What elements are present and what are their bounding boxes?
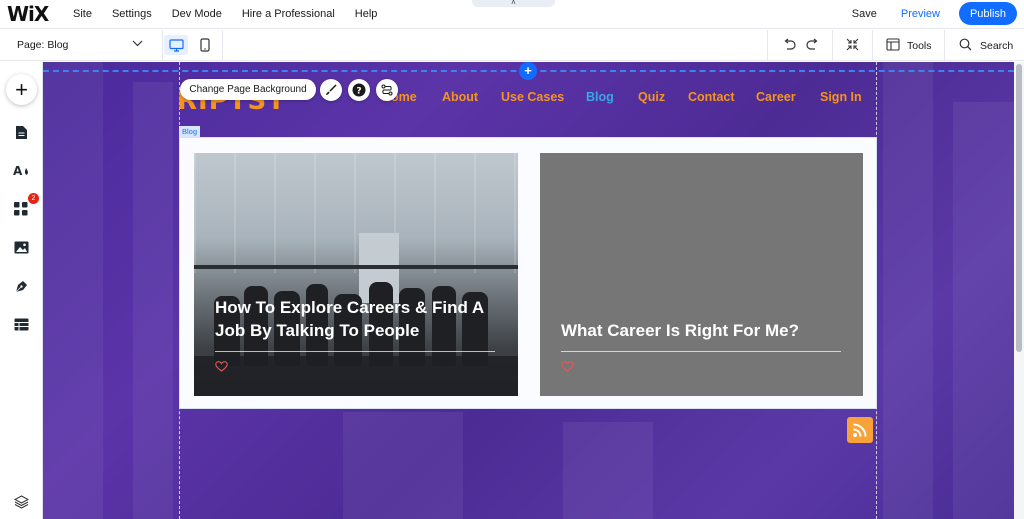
chevron-up-icon: ˄ — [511, 0, 516, 7]
blog-feed: How To Explore Careers & Find A Job By T… — [179, 137, 877, 409]
svg-text:?: ? — [356, 87, 361, 97]
divider — [162, 30, 163, 60]
table-icon — [14, 318, 28, 330]
theme-icon: A — [13, 164, 28, 178]
brush-icon — [326, 84, 337, 95]
blog-button[interactable] — [9, 274, 33, 298]
svg-text:A: A — [13, 164, 23, 178]
zoom-out-icon[interactable] — [846, 38, 859, 54]
heart-icon[interactable] — [561, 360, 574, 375]
menu-hire-professional[interactable]: Hire a Professional — [242, 8, 335, 20]
divider — [222, 30, 223, 60]
pen-nib-icon — [15, 280, 27, 292]
post-card[interactable]: How To Explore Careers & Find A Job By T… — [194, 153, 518, 396]
design-button[interactable]: A — [9, 159, 33, 183]
post-card[interactable]: What Career Is Right For Me? — [540, 153, 863, 396]
add-section-button[interactable]: + — [519, 62, 537, 80]
top-bar: WiX Site Settings Dev Mode Hire a Profes… — [0, 0, 1024, 29]
menu-site[interactable]: Site — [73, 8, 92, 20]
media-button[interactable] — [9, 235, 33, 259]
preview-button[interactable]: Preview — [901, 8, 940, 20]
editor-toolbar: Page: Blog Tools Search — [0, 30, 1024, 61]
collapse-toolbar-tab[interactable]: ˄ — [472, 0, 555, 7]
left-sidebar: + A 2 — [0, 62, 43, 519]
mobile-icon — [200, 38, 210, 52]
menu-dev-mode[interactable]: Dev Mode — [172, 8, 222, 20]
layers-button[interactable] — [9, 490, 33, 514]
search-icon[interactable] — [959, 38, 972, 54]
heart-icon[interactable] — [215, 360, 228, 375]
mobile-view-button[interactable] — [193, 35, 217, 55]
blog-section-tag: Blog — [179, 126, 201, 137]
undo-icon[interactable] — [782, 38, 796, 53]
redo-icon[interactable] — [806, 38, 820, 53]
divider — [767, 30, 768, 60]
help-icon: ? — [352, 83, 366, 97]
nav-blog[interactable]: Blog — [586, 90, 614, 104]
desktop-view-button[interactable] — [164, 35, 188, 55]
nav-quiz[interactable]: Quiz — [638, 90, 665, 104]
chevron-down-icon[interactable] — [132, 39, 143, 50]
add-elements-button[interactable]: + — [6, 74, 37, 105]
layers-icon — [13, 495, 29, 509]
nav-about[interactable]: About — [442, 90, 478, 104]
post-title[interactable]: What Career Is Right For Me? — [561, 319, 851, 342]
divider — [944, 30, 945, 60]
desktop-icon — [168, 38, 184, 52]
post-title[interactable]: How To Explore Careers & Find A Job By T… — [215, 296, 505, 342]
scrollbar-thumb[interactable] — [1016, 64, 1022, 352]
apps-grid-icon — [14, 202, 28, 216]
canvas-scrollbar[interactable] — [1014, 62, 1024, 519]
animation-button[interactable] — [376, 79, 398, 101]
path-icon — [381, 84, 393, 96]
divider — [832, 30, 833, 60]
search-button[interactable]: Search — [980, 40, 1013, 52]
rss-icon — [853, 423, 867, 437]
rss-button[interactable] — [847, 417, 873, 443]
post-divider — [561, 351, 841, 352]
tools-icon[interactable] — [886, 38, 900, 54]
divider — [872, 30, 873, 60]
page-icon — [15, 125, 27, 139]
change-page-background-button[interactable]: Change Page Background — [180, 79, 316, 100]
nav-career[interactable]: Career — [756, 90, 796, 104]
nav-sign-in[interactable]: Sign In — [820, 90, 862, 104]
top-menu: Site Settings Dev Mode Hire a Profession… — [59, 8, 383, 20]
nav-use-cases[interactable]: Use Cases — [501, 90, 564, 104]
help-button[interactable]: ? — [348, 79, 370, 101]
apps-badge: 2 — [28, 193, 39, 204]
image-icon — [14, 241, 28, 253]
editor-canvas[interactable]: + RIPTST Home About Use Cases Blog Quiz … — [43, 62, 1014, 519]
nav-contact[interactable]: Contact — [688, 90, 735, 104]
pages-button[interactable] — [9, 120, 33, 144]
cms-button[interactable] — [9, 312, 33, 336]
menu-help[interactable]: Help — [355, 8, 378, 20]
plus-icon: + — [15, 77, 28, 102]
page-selector[interactable]: Page: Blog — [17, 39, 68, 51]
publish-button[interactable]: Publish — [959, 2, 1017, 25]
menu-settings[interactable]: Settings — [112, 8, 152, 20]
tools-button[interactable]: Tools — [907, 40, 932, 52]
design-brush-button[interactable] — [320, 79, 342, 101]
save-button[interactable]: Save — [852, 8, 877, 20]
post-divider — [215, 351, 495, 352]
wix-logo: WiX — [7, 2, 49, 26]
